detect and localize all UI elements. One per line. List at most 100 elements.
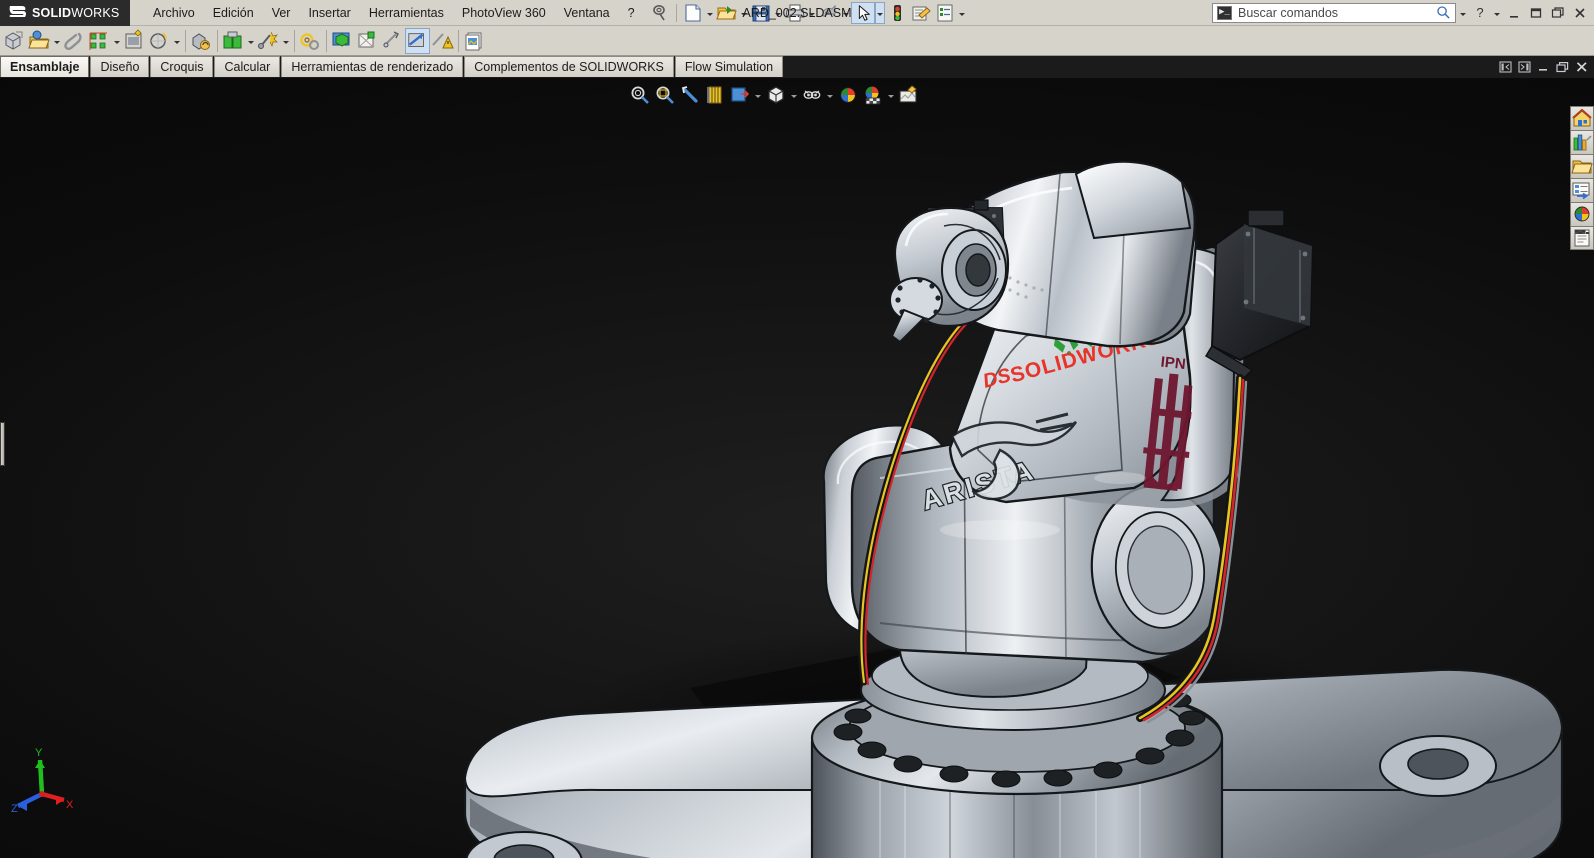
- restore-icon[interactable]: [1526, 2, 1546, 24]
- menu-help[interactable]: ?: [619, 0, 644, 26]
- edit-component-dropdown-arrow[interactable]: [52, 30, 62, 52]
- bill-of-materials-icon[interactable]: [298, 28, 323, 54]
- taskpane-view-palette[interactable]: [1570, 178, 1594, 202]
- menu-edicion[interactable]: Edición: [204, 0, 263, 26]
- open-folder-dropdown-arrow[interactable]: [739, 2, 749, 24]
- taskpane-appearances[interactable]: [1570, 202, 1594, 226]
- insert-components-icon[interactable]: [2, 28, 27, 54]
- save-icon[interactable]: [749, 2, 773, 24]
- display-style-dropdown-arrow[interactable]: [789, 83, 799, 107]
- menu-photoview-360[interactable]: PhotoView 360: [453, 0, 555, 26]
- help-question-icon[interactable]: ?: [1470, 2, 1490, 24]
- heads-up-view-toolbar: [628, 82, 921, 108]
- assembly-features-icon[interactable]: [221, 28, 246, 54]
- new-drawing-icon[interactable]: [462, 28, 487, 54]
- section-view-icon[interactable]: [703, 83, 727, 107]
- undo-dropdown-arrow[interactable]: [841, 2, 851, 24]
- zoom-to-area-icon[interactable]: [653, 83, 677, 107]
- taskpane-custom-properties[interactable]: [1570, 226, 1594, 250]
- linear-component-pattern-icon[interactable]: [87, 28, 112, 54]
- edit-appearance-icon[interactable]: [836, 83, 860, 107]
- linear-pattern-dropdown-arrow[interactable]: [112, 30, 122, 52]
- new-document-dropdown-arrow[interactable]: [705, 2, 715, 24]
- view-orientation-icon[interactable]: [728, 83, 752, 107]
- menu-ver[interactable]: Ver: [263, 0, 300, 26]
- triad-z-label: Z: [11, 803, 18, 815]
- tab-herramientas-de-renderizado[interactable]: Herramientas de renderizado: [281, 56, 464, 77]
- rebuild-traffic-light-icon[interactable]: [885, 2, 909, 24]
- command-search-box[interactable]: ▶_ Buscar comandos: [1212, 2, 1456, 23]
- search-dropdown-arrow[interactable]: [1458, 2, 1468, 24]
- expand-right-icon[interactable]: [1516, 59, 1533, 75]
- options-gear-icon[interactable]: [909, 2, 933, 24]
- coordinate-triad: Z X Y: [11, 747, 74, 815]
- zoom-to-fit-icon[interactable]: [628, 83, 652, 107]
- ipn-decal-text: IPN: [1160, 354, 1187, 374]
- tab-flow-simulation[interactable]: Flow Simulation: [674, 56, 784, 77]
- save-dropdown-arrow[interactable]: [773, 2, 783, 24]
- menu-ventana[interactable]: Ventana: [555, 0, 619, 26]
- apply-scene-icon[interactable]: [861, 83, 885, 107]
- maximize-icon[interactable]: [1548, 2, 1568, 24]
- close-icon[interactable]: [1570, 2, 1590, 24]
- open-folder-icon[interactable]: [715, 2, 739, 24]
- select-dropdown-arrow[interactable]: [874, 1, 885, 24]
- tab-ensamblaje[interactable]: Ensamblaje: [0, 56, 90, 77]
- print-icon[interactable]: [783, 2, 807, 24]
- smart-fasteners-icon[interactable]: [122, 28, 147, 54]
- edit-component-icon[interactable]: [27, 28, 52, 54]
- robot-arm-model[interactable]: ESIME DS SOLIDWORKS: [0, 78, 1594, 858]
- doc-close-icon[interactable]: [1573, 59, 1590, 75]
- tool-nose: [889, 277, 943, 344]
- properties-list-icon[interactable]: [933, 2, 957, 24]
- help-dropdown-arrow[interactable]: [1492, 2, 1502, 24]
- new-document-icon[interactable]: [681, 2, 705, 24]
- assembly-features-dropdown-arrow[interactable]: [246, 30, 256, 52]
- move-component-icon[interactable]: [147, 28, 172, 54]
- exploded-view-icon[interactable]: [330, 28, 355, 54]
- new-motion-study-icon[interactable]: [256, 28, 281, 54]
- hide-show-items-icon[interactable]: [800, 83, 824, 107]
- hide-show-dropdown-arrow[interactable]: [825, 83, 835, 107]
- tab-complementos-de-solidworks[interactable]: Complementos de SOLIDWORKS: [464, 56, 674, 77]
- menu-archivo[interactable]: Archivo: [144, 0, 204, 26]
- solidworks-logo[interactable]: SOLIDWORKS: [0, 0, 130, 26]
- previous-view-icon[interactable]: [678, 83, 702, 107]
- explode-line-sketch-icon[interactable]: [355, 28, 380, 54]
- menu-insertar[interactable]: Insertar: [299, 0, 359, 26]
- motion-study-dropdown-arrow[interactable]: [281, 30, 291, 52]
- display-style-icon[interactable]: [764, 83, 788, 107]
- tab-croquis[interactable]: Croquis: [150, 56, 214, 77]
- taskpane-file-explorer[interactable]: [1570, 154, 1594, 178]
- move-component-dropdown-arrow[interactable]: [172, 30, 182, 52]
- pin-icon[interactable]: [648, 2, 672, 24]
- apply-scene-dropdown-arrow[interactable]: [886, 83, 896, 107]
- taskpane-resources[interactable]: [1570, 106, 1594, 130]
- view-settings-icon[interactable]: [897, 83, 921, 107]
- select-arrow-icon[interactable]: [850, 1, 875, 24]
- graphics-area[interactable]: ESIME DS SOLIDWORKS: [0, 78, 1594, 858]
- taskpane-design-library[interactable]: [1570, 130, 1594, 154]
- magnifier-icon[interactable]: [1436, 5, 1451, 20]
- tab-calcular[interactable]: Calcular: [214, 56, 281, 77]
- print-dropdown-arrow[interactable]: [807, 2, 817, 24]
- triad-y-label: Y: [35, 747, 43, 759]
- clearance-verification-icon[interactable]: [430, 28, 455, 54]
- undo-icon[interactable]: [817, 2, 841, 24]
- menu-herramientas[interactable]: Herramientas: [360, 0, 453, 26]
- view-orientation-dropdown-arrow[interactable]: [753, 83, 763, 107]
- show-hidden-components-icon[interactable]: [189, 28, 214, 54]
- brand-text: SOLIDWORKS: [32, 5, 120, 20]
- feature-tree-splitter[interactable]: [0, 422, 5, 466]
- doc-minimize-icon[interactable]: [1535, 59, 1552, 75]
- properties-dropdown-arrow[interactable]: [957, 2, 967, 24]
- section-view-icon[interactable]: [405, 27, 430, 54]
- collapse-left-icon[interactable]: [1497, 59, 1514, 75]
- minimize-icon[interactable]: [1504, 2, 1524, 24]
- doc-restore-icon[interactable]: [1554, 59, 1571, 75]
- assembly-toolbar: [0, 26, 1594, 56]
- tab-diseno[interactable]: Diseño: [90, 56, 150, 77]
- mate-paperclip-icon[interactable]: [62, 28, 87, 54]
- svg-text:?: ?: [1476, 5, 1483, 20]
- interference-detection-icon[interactable]: [380, 28, 405, 54]
